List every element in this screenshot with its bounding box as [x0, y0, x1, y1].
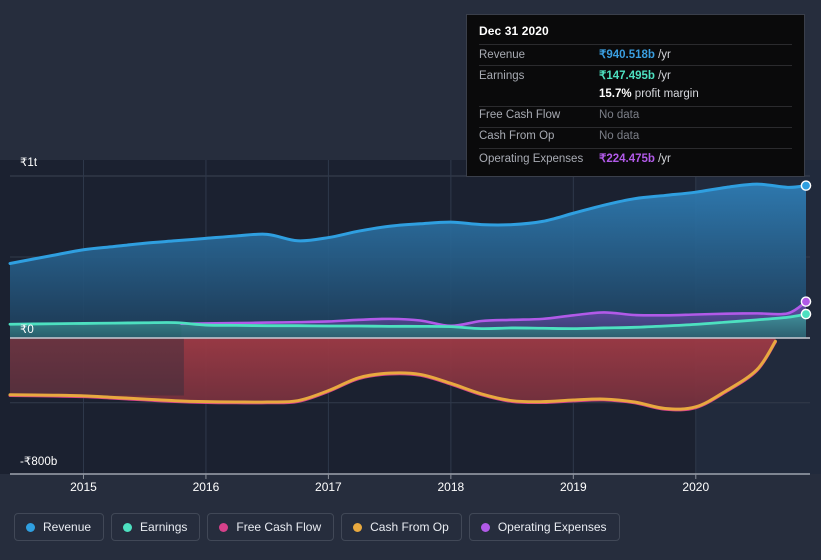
- x-axis-label-2017: 2017: [315, 480, 342, 494]
- legend-color-dot-icon: [353, 522, 363, 532]
- legend-color-dot-icon: [480, 522, 490, 532]
- tooltip-value: No data: [599, 109, 639, 121]
- x-axis-label-2020: 2020: [682, 480, 710, 494]
- tooltip-value: 15.7% profit margin: [599, 88, 699, 100]
- tooltip-row-operating-expenses: Operating Expenses ₹224.475b /yr: [479, 148, 792, 169]
- tooltip-number: ₹147.495b: [599, 70, 655, 82]
- tooltip-value: ₹147.495b /yr: [599, 68, 671, 82]
- x-axis-label-2018: 2018: [437, 480, 465, 494]
- legend-label: Earnings: [140, 520, 188, 534]
- tooltip-key: Earnings: [479, 70, 525, 82]
- tooltip-value: ₹224.475b /yr: [599, 151, 671, 165]
- x-axis-label-2016: 2016: [192, 480, 220, 494]
- tooltip-key: Free Cash Flow: [479, 109, 561, 121]
- tooltip-value: ₹940.518b /yr: [599, 47, 671, 61]
- tooltip-title: Dec 31 2020: [479, 24, 549, 38]
- legend-color-dot-icon: [26, 522, 35, 532]
- tooltip-row-free-cash-flow: Free Cash Flow No data: [479, 106, 792, 127]
- x-axis-label-2015: 2015: [70, 480, 97, 494]
- tooltip-value: No data: [599, 130, 639, 142]
- endpoint-dot-operating-expenses: [800, 296, 812, 307]
- legend-item-cash-from-op[interactable]: Cash From Op: [341, 513, 462, 541]
- legend-color-dot-icon: [219, 522, 229, 532]
- legend-label: Free Cash Flow: [236, 520, 322, 534]
- tooltip-number: 15.7%: [599, 88, 632, 100]
- y-axis-label-zero: ₹0: [20, 324, 34, 336]
- chart-legend: Revenue Earnings Free Cash Flow Cash From O…: [14, 513, 620, 541]
- legend-item-revenue[interactable]: Revenue: [14, 513, 105, 541]
- tooltip-key: Revenue: [479, 49, 526, 61]
- tooltip-unit: /yr: [654, 153, 671, 165]
- chart-tooltip: Dec 31 2020 Revenue ₹940.518b /yr Earnings…: [466, 14, 805, 177]
- legend-item-free-cash-flow[interactable]: Free Cash Flow: [207, 513, 335, 541]
- tooltip-key: Operating Expenses: [479, 153, 584, 165]
- pre-2016-shade-negative: [10, 338, 184, 396]
- tooltip-no-data: No data: [599, 109, 640, 121]
- legend-color-dot-icon: [123, 522, 133, 532]
- tooltip-rows: Revenue ₹940.518b /yr Earnings ₹147.495b /y…: [479, 44, 792, 169]
- tooltip-unit: profit margin: [631, 88, 699, 100]
- tooltip-row-cash-from-op: Cash From Op No data: [479, 127, 792, 148]
- tooltip-unit: /yr: [654, 70, 671, 82]
- tooltip-no-data: No data: [599, 130, 640, 142]
- endpoint-dot-earnings: [800, 308, 812, 320]
- y-axis-label-bottom: -₹800b: [20, 456, 58, 468]
- financial-chart-app: ₹1t ₹0 -₹800b 2015 2016 2017 2018 2019 2020 D…: [0, 0, 821, 560]
- legend-item-operating-expenses[interactable]: Operating Expenses: [468, 513, 620, 541]
- legend-label: Cash From Op: [370, 520, 449, 534]
- tooltip-unit: /yr: [654, 49, 671, 61]
- legend-label: Operating Expenses: [497, 520, 607, 534]
- y-axis-label-top: ₹1t: [20, 157, 38, 169]
- tooltip-row-earnings: Earnings ₹147.495b /yr: [479, 65, 792, 86]
- legend-item-earnings[interactable]: Earnings: [111, 513, 201, 541]
- endpoint-dot-revenue: [800, 180, 812, 191]
- tooltip-row-profit-margin: 15.7% profit margin: [479, 86, 792, 106]
- tooltip-key: Cash From Op: [479, 130, 555, 142]
- x-axis-label-2019: 2019: [559, 480, 587, 494]
- tooltip-row-revenue: Revenue ₹940.518b /yr: [479, 44, 792, 65]
- tooltip-number: ₹940.518b: [599, 49, 655, 61]
- legend-label: Revenue: [43, 520, 92, 534]
- tooltip-number: ₹224.475b: [599, 153, 655, 165]
